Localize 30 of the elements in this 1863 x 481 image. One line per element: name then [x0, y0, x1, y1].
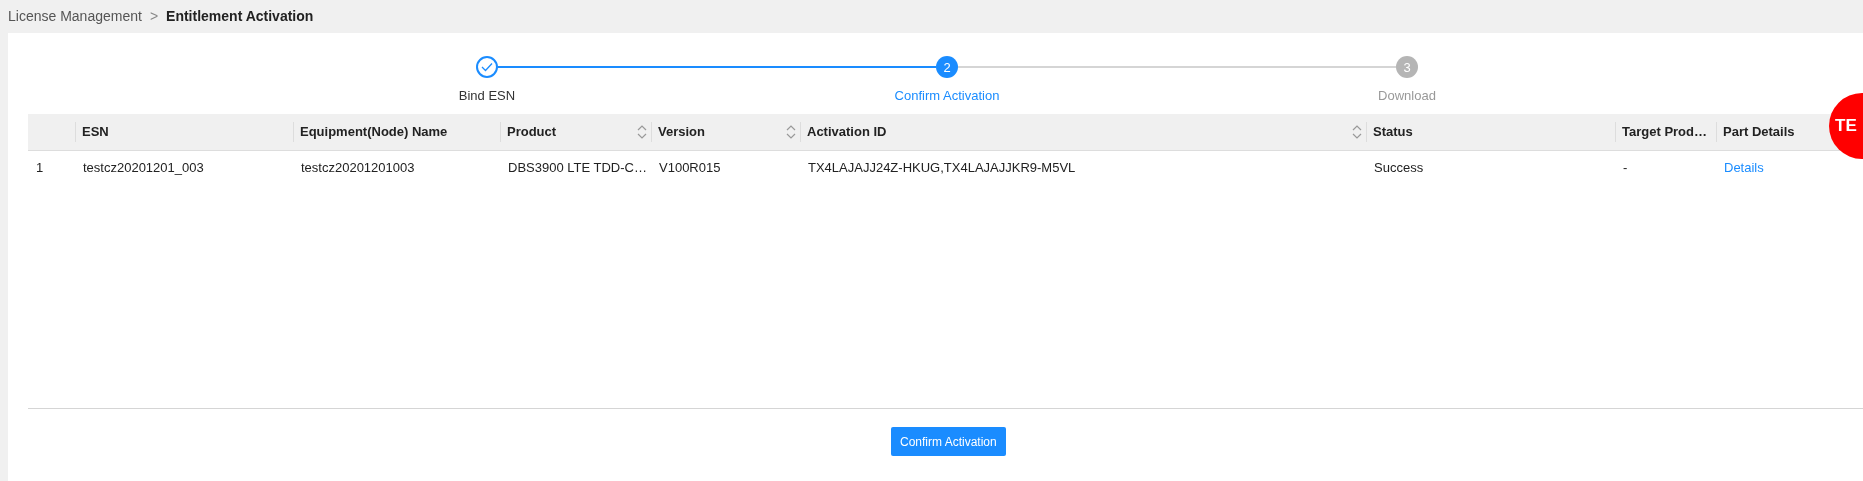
column-header: Activation ID: [807, 123, 887, 141]
table-cell: DBS3900 LTE TDD-C…: [508, 159, 647, 175]
column-header: Equipment(Node) Name: [300, 123, 448, 141]
column-header: Product: [507, 123, 557, 141]
column-header: Part Details: [1723, 123, 1795, 141]
step-label: Bind ESN: [458, 87, 516, 105]
sort-icon[interactable]: [786, 123, 796, 140]
step-number: 2: [936, 56, 958, 78]
table-cell: TX4LAJAJJ24Z-HKUG,TX4LAJAJJKR9-M5VL: [808, 159, 1076, 175]
sort-icon[interactable]: [1352, 123, 1362, 140]
breadcrumb-link[interactable]: License Management: [8, 6, 142, 27]
confirm-activation-button[interactable]: Confirm Activation: [891, 427, 1006, 456]
table-cell: V100R015: [659, 159, 721, 175]
table-cell: 1: [36, 159, 44, 175]
column-header: Target Prod…: [1622, 123, 1707, 141]
breadcrumb-current: Entitlement Activation: [166, 7, 314, 26]
table-cell: Success: [1374, 159, 1424, 175]
table-cell: testcz20201201003: [301, 159, 415, 175]
column-header: Status: [1373, 123, 1413, 141]
column-header: Version: [658, 123, 705, 141]
badge: TE: [1829, 93, 1863, 159]
breadcrumb-separator: >: [149, 7, 159, 26]
step-label: Confirm Activation: [894, 87, 1000, 105]
column-header: ESN: [82, 123, 109, 141]
details-link[interactable]: Details: [1724, 159, 1764, 175]
table-cell: testcz20201201_003: [83, 159, 204, 175]
sort-icon[interactable]: [637, 123, 647, 140]
step-number: 3: [1396, 56, 1418, 78]
step-label: Download: [1378, 87, 1436, 105]
table-cell: -: [1623, 159, 1628, 175]
